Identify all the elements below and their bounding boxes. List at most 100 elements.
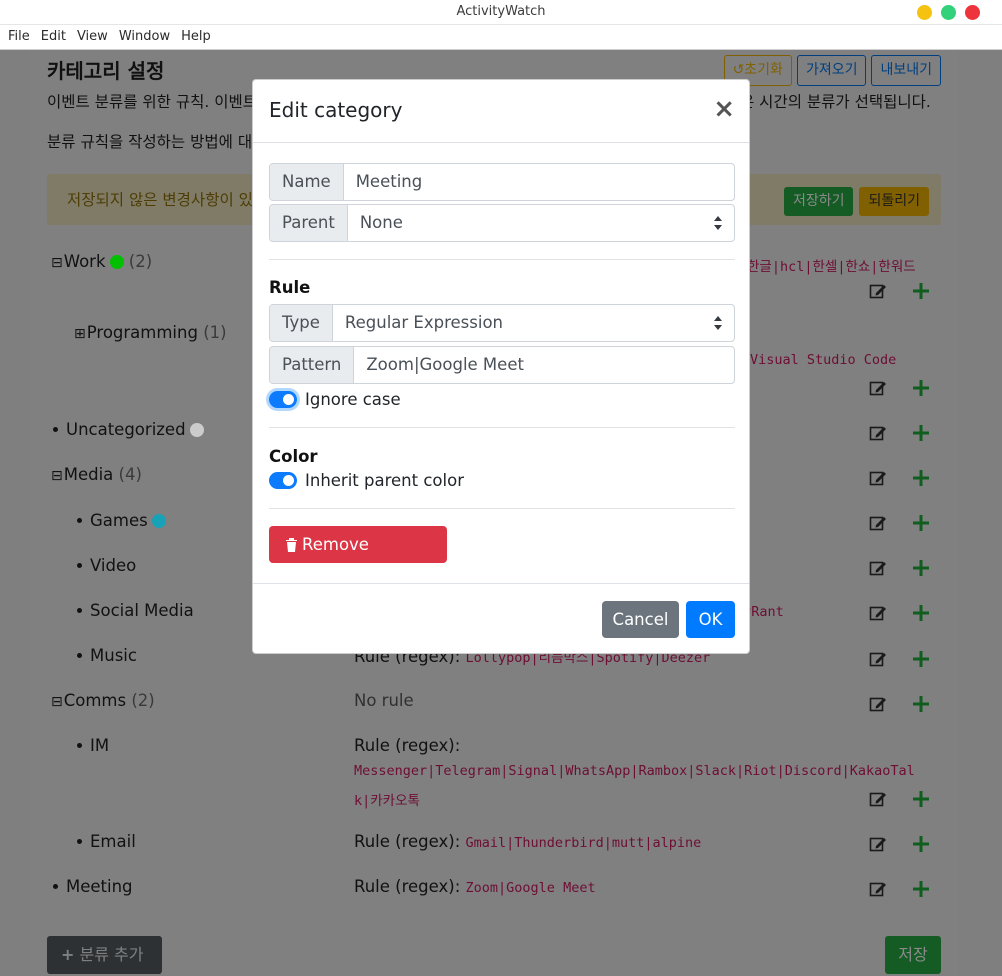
ok-button[interactable]: OK — [686, 601, 735, 638]
edit-icon[interactable] — [869, 880, 887, 898]
add-subcategory-icon[interactable] — [912, 559, 930, 577]
window-titlebar: ActivityWatch — [0, 0, 1002, 25]
edit-icon[interactable] — [869, 835, 887, 853]
plus-icon: + — [61, 945, 75, 964]
add-subcategory-icon[interactable] — [912, 880, 930, 898]
name-input[interactable]: Meeting — [344, 164, 734, 200]
parent-select[interactable]: None — [348, 205, 734, 241]
modal-header: Edit category × — [253, 80, 749, 143]
category-comms[interactable]: ⊟Comms (2) — [51, 691, 155, 710]
edit-icon[interactable] — [869, 559, 887, 577]
cancel-button[interactable]: Cancel — [602, 601, 679, 638]
page-description-2: 분류 규칙을 작성하는 방법에 대 — [47, 133, 253, 151]
modal-footer: Cancel OK — [253, 583, 749, 655]
edit-icon[interactable] — [869, 604, 887, 622]
category-programming[interactable]: ⊞Programming (1) — [74, 323, 227, 342]
alert-revert-button[interactable]: 되돌리기 — [859, 187, 929, 216]
maximize-button[interactable] — [941, 5, 956, 20]
category-meeting[interactable]: Meeting — [53, 877, 133, 896]
rule-meeting: Rule (regex): Zoom|Google Meet — [354, 877, 596, 896]
modal-title: Edit category — [269, 98, 403, 122]
menu-help[interactable]: Help — [181, 25, 211, 49]
close-icon[interactable]: × — [713, 94, 735, 124]
collapse-icon[interactable]: ⊟ — [51, 468, 63, 484]
color-dot — [109, 255, 124, 269]
page-title: 카테고리 설정 — [47, 59, 165, 83]
category-im[interactable]: IM — [77, 736, 109, 755]
rule-pattern-im-line1: Messenger|Telegram|Signal|WhatsApp|Rambo… — [354, 763, 915, 779]
category-video[interactable]: Video — [77, 556, 136, 575]
add-subcategory-icon[interactable] — [912, 282, 930, 300]
ignore-case-label: Ignore case — [305, 390, 401, 409]
inherit-color-toggle[interactable] — [269, 472, 297, 489]
category-uncategorized[interactable]: Uncategorized — [53, 420, 204, 439]
edit-icon[interactable] — [869, 282, 887, 300]
page-description: 이벤트 분류를 위한 규칙. 이벤트 — [47, 93, 258, 111]
alert-text: 저장되지 않은 변경사항이 있 — [67, 191, 253, 209]
category-games[interactable]: Games — [77, 511, 166, 530]
save-button[interactable]: 저장 — [885, 936, 941, 974]
menu-window[interactable]: Window — [119, 25, 170, 49]
minimize-button[interactable] — [917, 5, 932, 20]
trash-icon — [286, 538, 297, 552]
edit-icon[interactable] — [869, 790, 887, 808]
rule-comms: No rule — [354, 691, 414, 710]
expand-icon[interactable]: ⊞ — [74, 326, 86, 342]
pattern-input[interactable]: Zoom|Google Meet — [354, 347, 734, 383]
rule-heading: Rule — [269, 278, 311, 297]
alert-save-button[interactable]: 저장하기 — [783, 187, 854, 216]
add-subcategory-icon[interactable] — [912, 379, 930, 397]
parent-input-group: Parent None — [269, 204, 735, 242]
menu-view[interactable]: View — [77, 25, 108, 49]
edit-icon[interactable] — [869, 424, 887, 442]
pattern-label: Pattern — [270, 347, 355, 383]
edit-icon[interactable] — [869, 379, 887, 397]
category-music[interactable]: Music — [77, 646, 137, 665]
type-select-value: Regular Expression — [344, 313, 504, 332]
add-subcategory-icon[interactable] — [912, 469, 930, 487]
rule-pattern-work: 한글|hcl|한셀|한쇼|한워드 — [747, 259, 916, 275]
rule-email: Rule (regex): Gmail|Thunderbird|mutt|alp… — [354, 832, 702, 851]
divider — [269, 508, 735, 509]
page-description-end: 은 시간의 분류가 선택됩니다. — [740, 93, 931, 111]
close-window-button[interactable] — [965, 5, 980, 20]
export-button[interactable]: 내보내기 — [871, 55, 941, 86]
color-dot — [189, 423, 204, 437]
name-label: Name — [270, 164, 344, 200]
import-button[interactable]: 가져오기 — [796, 55, 867, 86]
edit-icon[interactable] — [869, 514, 887, 532]
collapse-icon[interactable]: ⊟ — [51, 255, 63, 271]
add-subcategory-icon[interactable] — [912, 514, 930, 532]
category-media[interactable]: ⊟Media (4) — [51, 465, 142, 484]
window-title: ActivityWatch — [456, 4, 546, 19]
edit-icon[interactable] — [869, 650, 887, 668]
category-email[interactable]: Email — [77, 832, 136, 851]
add-subcategory-icon[interactable] — [912, 650, 930, 668]
edit-category-modal: Edit category × Name Meeting Parent None… — [252, 79, 750, 654]
undo-icon: ↺ — [732, 62, 745, 78]
divider — [269, 427, 735, 428]
add-subcategory-icon[interactable] — [912, 695, 930, 713]
color-heading: Color — [269, 447, 318, 466]
collapse-icon[interactable]: ⊟ — [51, 694, 63, 710]
category-work[interactable]: ⊟Work (2) — [51, 252, 152, 271]
pattern-input-group: Pattern Zoom|Google Meet — [269, 346, 735, 384]
menubar: File Edit View Window Help — [0, 25, 1002, 50]
parent-select-value: None — [359, 213, 403, 232]
select-arrows-icon — [714, 316, 722, 330]
ignore-case-toggle[interactable] — [269, 391, 297, 408]
type-input-group: Type Regular Expression — [269, 304, 735, 342]
add-subcategory-icon[interactable] — [912, 604, 930, 622]
menu-edit[interactable]: Edit — [41, 25, 66, 49]
edit-icon[interactable] — [869, 469, 887, 487]
add-subcategory-icon[interactable] — [912, 835, 930, 853]
add-category-label: 분류 추가 — [79, 945, 144, 964]
type-select[interactable]: Regular Expression — [333, 305, 734, 341]
add-category-button[interactable]: + 분류 추가 — [47, 936, 162, 974]
edit-icon[interactable] — [869, 695, 887, 713]
add-subcategory-icon[interactable] — [912, 424, 930, 442]
add-subcategory-icon[interactable] — [912, 790, 930, 808]
remove-category-button[interactable]: Remove category — [269, 526, 447, 591]
category-social-media[interactable]: Social Media — [77, 601, 194, 620]
menu-file[interactable]: File — [8, 25, 30, 49]
